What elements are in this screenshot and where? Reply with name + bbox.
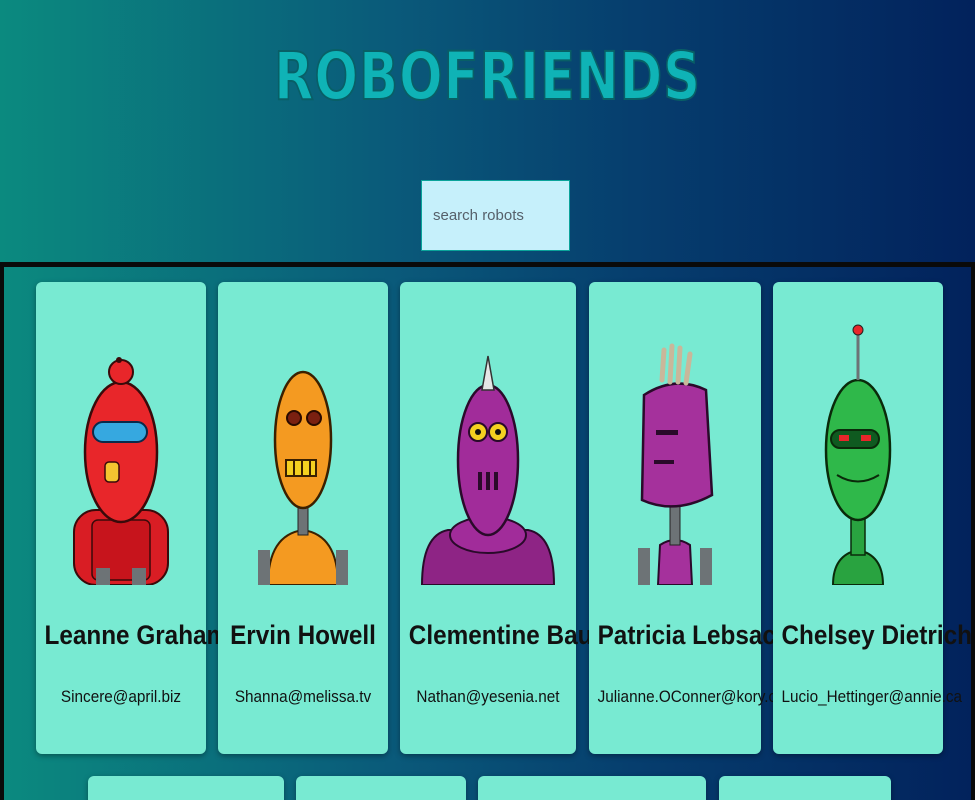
robot-email: Sincere@april.biz	[60, 687, 182, 706]
robot-email: Shanna@melissa.tv	[234, 687, 372, 706]
header: ROBOFRIENDS	[0, 0, 975, 262]
robot-avatar	[218, 320, 388, 585]
robot-avatar	[36, 320, 206, 585]
search-input[interactable]	[421, 180, 570, 251]
robot-email: Lucio_Hettinger@annie.ca	[781, 687, 963, 706]
robot-name: Leanne Graham	[44, 620, 229, 650]
robot-card[interactable]: Clementine Bauch Nathan@yesenia.net	[400, 282, 621, 754]
robot-email: Nathan@yesenia.net	[416, 687, 560, 706]
robot-card[interactable]: Patricia Lebsack Julianne.OConner@kory.o…	[589, 282, 791, 754]
robot-avatar	[589, 320, 761, 585]
robot-email: Julianne.OConner@kory.org	[597, 687, 791, 706]
robot-card[interactable]	[296, 776, 466, 800]
robot-name: Chelsey Dietrich	[781, 620, 972, 650]
robot-name: Patricia Lebsack	[597, 620, 790, 650]
robot-card[interactable]	[88, 776, 284, 800]
robot-card[interactable]: Chelsey Dietrich Lucio_Hettinger@annie.c…	[773, 282, 972, 754]
robot-card[interactable]	[719, 776, 891, 800]
robot-card[interactable]: Ervin Howell Shanna@melissa.tv	[218, 282, 388, 754]
page-title: ROBOFRIENDS	[273, 37, 702, 116]
robot-avatar	[773, 320, 943, 585]
robot-card-list[interactable]: Leanne Graham Sincere@april.biz Ervin Ho…	[0, 262, 975, 800]
robot-avatar	[400, 320, 576, 585]
robot-card[interactable]	[478, 776, 706, 800]
robot-name: Clementine Bauch	[408, 620, 621, 650]
robot-name: Ervin Howell	[230, 620, 376, 650]
robot-card[interactable]: Leanne Graham Sincere@april.biz	[36, 282, 229, 754]
